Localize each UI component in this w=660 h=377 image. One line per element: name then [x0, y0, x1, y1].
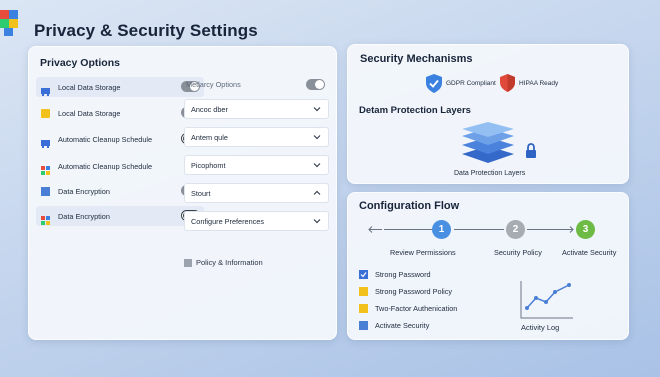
step-number: 1 — [438, 224, 445, 235]
gdpr-badge: GDPR Compliant — [426, 74, 496, 93]
privacy-option-label: Automatic Cleanup Schedule — [58, 134, 153, 144]
encryption-icon — [41, 186, 50, 196]
checklist-two-factor[interactable]: Two-Factor Authenication — [359, 304, 457, 313]
privacy-option-label: Data Encryption — [58, 186, 110, 196]
shield-icon — [500, 74, 515, 92]
privacy-option-local-storage-2[interactable]: Local Data Storage — [36, 103, 204, 123]
dropdown-configure-preferences[interactable]: Configure Preferences — [184, 211, 329, 231]
hipaa-label: HIPAA Ready — [519, 79, 559, 87]
step-3-label: Activate Security — [562, 248, 617, 257]
chevron-down-icon — [313, 219, 321, 224]
shield-check-icon — [426, 74, 442, 93]
privacy-option-local-storage[interactable]: Local Data Storage — [36, 77, 204, 97]
step-number: 3 — [582, 224, 589, 235]
page-title: Privacy & Security Settings — [34, 21, 258, 40]
step-1-label: Review Permissions — [390, 248, 456, 257]
step-1-circle[interactable]: 1 — [432, 220, 451, 239]
privacy-option-encryption[interactable]: Data Encryption — [36, 181, 204, 201]
app-logo-icon — [0, 10, 18, 36]
step-number: 2 — [512, 224, 519, 235]
layers-stack-icon — [462, 122, 514, 163]
checklist-label: Strong Password — [375, 270, 431, 279]
flow-connector — [454, 229, 504, 231]
dropdown-value: Stourt — [191, 188, 211, 198]
chevron-down-icon — [313, 135, 321, 140]
step-3-circle[interactable]: 3 — [576, 220, 595, 239]
dropdown-value: Antem qule — [191, 132, 228, 142]
checklist-password-policy[interactable]: Strong Password Policy — [359, 287, 452, 296]
privacy-option-cleanup[interactable]: Automatic Cleanup Schedule — [36, 129, 204, 149]
configuration-flow-panel — [347, 192, 629, 340]
checkbox-icon[interactable] — [359, 304, 368, 313]
privacy-option-cleanup-2[interactable]: Automatic Cleanup Schedule — [36, 156, 204, 176]
checkbox-checked-icon[interactable] — [359, 270, 368, 279]
step-2-circle[interactable]: 2 — [506, 220, 525, 239]
gdpr-label: GDPR Compliant — [446, 80, 496, 87]
lock-icon — [526, 143, 536, 158]
dropdown-2[interactable]: Antem qule — [184, 127, 329, 147]
activity-chart-icon[interactable] — [519, 280, 575, 320]
checklist-label: Activate Security — [375, 321, 430, 330]
checklist-strong-password[interactable]: Strong Password — [359, 270, 431, 279]
flow-connector — [384, 229, 432, 231]
checkbox-icon[interactable] — [359, 321, 368, 330]
storage-icon — [41, 83, 50, 96]
dropdown-3[interactable]: Picophomt — [184, 155, 329, 175]
privacy-option-label: Data Encryption — [58, 211, 110, 221]
privacy-option-label: Local Data Storage — [58, 108, 121, 118]
dropdown-value: Picophomt — [191, 160, 226, 170]
arrow-left-icon — [368, 226, 382, 233]
dropdown-value: Ancoc dber — [191, 104, 228, 114]
windows-icon — [41, 162, 50, 175]
document-icon — [184, 258, 192, 267]
chevron-up-icon — [313, 190, 321, 195]
cleanup-icon — [41, 135, 50, 148]
chevron-down-icon — [313, 107, 321, 112]
dropdown-value: Configure Preferences — [191, 216, 265, 226]
policy-label: Policy & Information — [196, 258, 263, 267]
privacy-options-title: Privacy Options — [40, 57, 120, 69]
security-mechanisms-title: Security Mechanisms — [360, 53, 473, 65]
meta-options-label: Metlarcy Options — [186, 80, 241, 89]
meta-options-toggle[interactable] — [306, 79, 325, 90]
arrow-right-icon — [527, 226, 574, 233]
privacy-option-label: Local Data Storage — [58, 82, 121, 92]
dropdown-4[interactable]: Stourt — [184, 183, 329, 203]
checkbox-icon[interactable] — [359, 287, 368, 296]
policy-information-link[interactable]: Policy & Information — [184, 258, 263, 267]
privacy-option-encryption-2[interactable]: Data Encryption — [36, 206, 204, 226]
activity-log-label[interactable]: Activity Log — [521, 323, 559, 332]
checklist-label: Two-Factor Authenication — [375, 304, 458, 313]
privacy-option-label: Automatic Cleanup Schedule — [58, 161, 153, 171]
configuration-flow-title: Configuration Flow — [359, 200, 460, 212]
protection-layers-caption: Data Protection Layers — [454, 170, 526, 177]
dropdown-1[interactable]: Ancoc dber — [184, 99, 329, 119]
hipaa-badge: HIPAA Ready — [500, 74, 558, 92]
storage-icon — [41, 108, 50, 118]
protection-layers-title: Detam Protection Layers — [359, 105, 471, 116]
chevron-down-icon — [313, 163, 321, 168]
step-2-label: Security Policy — [494, 248, 542, 257]
windows-icon — [41, 212, 50, 225]
checklist-label: Strong Password Policy — [375, 287, 453, 296]
checklist-activate-security[interactable]: Activate Security — [359, 321, 429, 330]
